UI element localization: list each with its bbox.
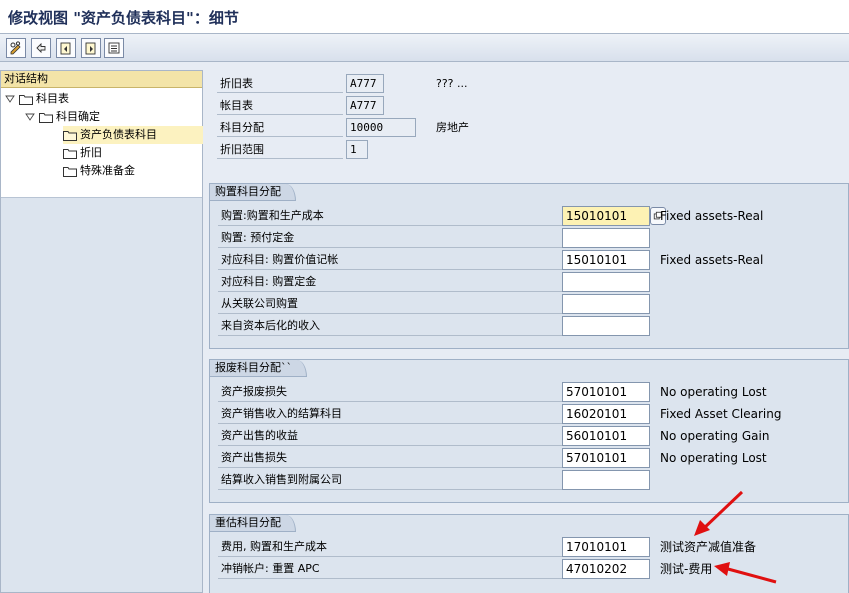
affiliated-acquisition-input[interactable] bbox=[562, 294, 650, 314]
depreciation-area-label: 折旧范围 bbox=[217, 140, 343, 159]
field-label: 对应科目: 购置价值记帐 bbox=[218, 250, 562, 270]
expand-triangle-icon[interactable] bbox=[4, 93, 16, 105]
folder-icon bbox=[63, 166, 77, 177]
account-determination-value: 10000 bbox=[346, 118, 416, 137]
offset-down-payment-input[interactable] bbox=[562, 272, 650, 292]
depreciation-key-label: 折旧表 bbox=[217, 74, 343, 93]
tree-node-depreciation[interactable]: 折旧 bbox=[63, 144, 102, 162]
previous-entry-icon bbox=[60, 42, 71, 55]
acquisition-cost-input[interactable]: 15010101 bbox=[562, 206, 650, 226]
sale-clearing-input[interactable]: 16020101 bbox=[562, 404, 650, 424]
field-desc: 测试资产减值准备 bbox=[660, 540, 757, 554]
offset-acquisition-input[interactable]: 15010101 bbox=[562, 250, 650, 270]
title-bar: 修改视图 "资产负债表科目"：细节 bbox=[0, 0, 849, 34]
window-title: 修改视图 "资产负债表科目"：细节 bbox=[8, 9, 239, 27]
group-title: 购置科目分配 bbox=[210, 184, 296, 201]
field-label: 冲销帐户: 重置 APC bbox=[218, 559, 562, 579]
chart-of-accounts-label: 帐目表 bbox=[217, 96, 343, 115]
folder-icon bbox=[63, 148, 77, 159]
group-title: 重估科目分配 bbox=[210, 515, 296, 532]
field-label: 资产销售收入的结算科目 bbox=[218, 404, 562, 424]
field-label: 从关联公司购置 bbox=[218, 294, 562, 314]
next-entry-icon bbox=[85, 42, 96, 55]
previous-entry-button[interactable] bbox=[56, 38, 76, 58]
dialog-structure-panel: 对话结构 科目表 科目确定 资产负债表科目 折旧 特殊准备金 bbox=[0, 70, 203, 593]
field-desc: No operating Lost bbox=[660, 451, 767, 465]
tree-node-label: 特殊准备金 bbox=[80, 164, 135, 177]
list-icon bbox=[108, 42, 120, 54]
depreciation-key-desc: ??? ... bbox=[436, 77, 468, 90]
depreciation-key-value: A777 bbox=[346, 74, 384, 93]
annotation-arrow-up bbox=[694, 490, 744, 536]
tree-node-label: 资产负债表科目 bbox=[80, 128, 157, 141]
retirement-accounts-group: 报废科目分配`` 资产报废损失 57010101 No operating Lo… bbox=[209, 359, 849, 503]
depreciation-area-value: 1 bbox=[346, 140, 368, 159]
tree-node-balance-sheet-accounts[interactable]: 资产负债表科目 bbox=[63, 126, 203, 144]
field-desc: 测试-费用 bbox=[660, 562, 713, 576]
offset-replacement-apc-input[interactable]: 47010202 bbox=[562, 559, 650, 579]
field-desc: Fixed Asset Clearing bbox=[660, 407, 782, 421]
field-desc: No operating Gain bbox=[660, 429, 770, 443]
field-label: 购置:购置和生产成本 bbox=[218, 206, 562, 226]
folder-icon bbox=[39, 112, 53, 123]
field-label: 资产出售的收益 bbox=[218, 426, 562, 446]
list-button[interactable] bbox=[104, 38, 124, 58]
sale-loss-input[interactable]: 57010101 bbox=[562, 448, 650, 468]
tree-node-label: 科目表 bbox=[36, 92, 69, 105]
tree-node-label: 科目确定 bbox=[56, 110, 100, 123]
field-label: 来自资本后化的收入 bbox=[218, 316, 562, 336]
tree-node-special-reserves[interactable]: 特殊准备金 bbox=[63, 162, 135, 180]
chart-of-accounts-value: A777 bbox=[346, 96, 384, 115]
field-label: 费用, 购置和生产成本 bbox=[218, 537, 562, 557]
undo-button[interactable] bbox=[31, 38, 51, 58]
scrapping-loss-input[interactable]: 57010101 bbox=[562, 382, 650, 402]
account-determination-desc: 房地产 bbox=[436, 121, 469, 134]
field-label: 对应科目: 购置定金 bbox=[218, 272, 562, 292]
undo-icon bbox=[36, 42, 46, 54]
pencil-glasses-icon bbox=[10, 41, 21, 55]
tree-node-chart-of-accounts[interactable]: 科目表 bbox=[4, 90, 69, 108]
field-label: 结算收入销售到附属公司 bbox=[218, 470, 562, 490]
sale-gain-input[interactable]: 56010101 bbox=[562, 426, 650, 446]
field-label: 资产报废损失 bbox=[218, 382, 562, 402]
annotation-arrow-down bbox=[714, 562, 777, 584]
revaluation-cost-input[interactable]: 17010101 bbox=[562, 537, 650, 557]
folder-icon bbox=[19, 94, 33, 105]
field-desc: No operating Lost bbox=[660, 385, 767, 399]
acquisition-accounts-group: 购置科目分配 购置:购置和生产成本 15010101 Fixed assets-… bbox=[209, 183, 849, 349]
field-label: 资产出售损失 bbox=[218, 448, 562, 468]
field-label: 购置: 预付定金 bbox=[218, 228, 562, 248]
open-folder-icon bbox=[63, 130, 77, 141]
tree-header: 对话结构 bbox=[1, 71, 202, 88]
application-toolbar bbox=[0, 34, 849, 62]
down-payment-input[interactable] bbox=[562, 228, 650, 248]
tree-node-label: 折旧 bbox=[80, 146, 102, 159]
affiliated-sale-input[interactable] bbox=[562, 470, 650, 490]
capitalization-revenue-input[interactable] bbox=[562, 316, 650, 336]
group-title: 报废科目分配`` bbox=[210, 360, 307, 377]
account-determination-label: 科目分配 bbox=[217, 118, 343, 137]
tree-body: 科目表 科目确定 资产负债表科目 折旧 特殊准备金 bbox=[1, 88, 203, 198]
field-desc: Fixed assets-Real bbox=[660, 253, 764, 267]
expand-triangle-icon[interactable] bbox=[24, 111, 36, 123]
field-desc: Fixed assets-Real bbox=[660, 209, 764, 223]
display-change-button[interactable] bbox=[6, 38, 26, 58]
next-entry-button[interactable] bbox=[81, 38, 101, 58]
tree-node-account-determination[interactable]: 科目确定 bbox=[24, 108, 100, 126]
